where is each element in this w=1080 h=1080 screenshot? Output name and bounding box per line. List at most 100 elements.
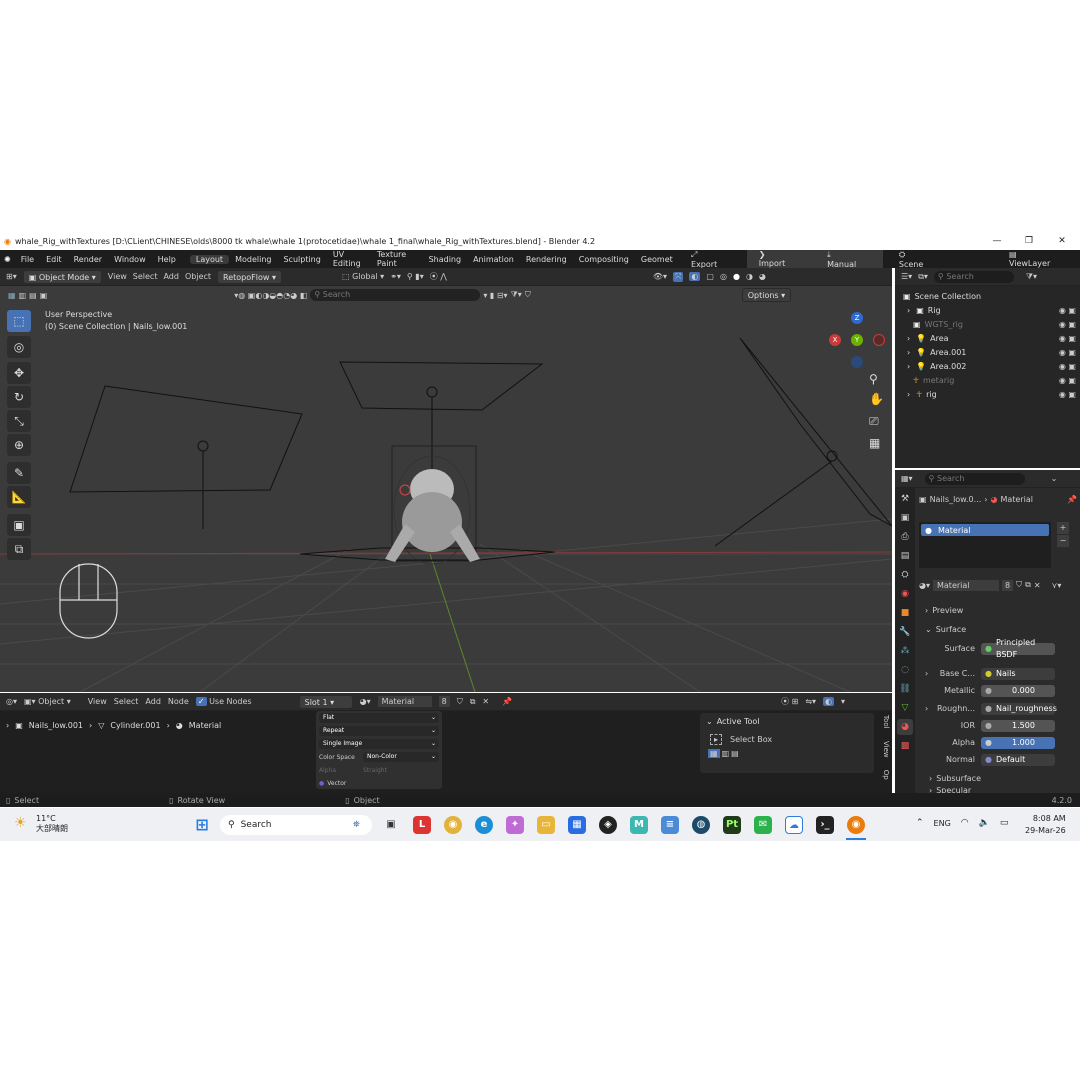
display-mode-icon[interactable]: ⧉▾: [918, 272, 928, 282]
outliner-item[interactable]: › 💡 Area.002 ◉ ▣: [903, 359, 1080, 373]
volume-icon[interactable]: 🔈: [979, 818, 990, 828]
node-pin-icon[interactable]: 📌: [502, 697, 512, 706]
cursor-tool-icon[interactable]: ◎: [7, 336, 31, 358]
tab-modeling[interactable]: Modeling: [229, 255, 277, 264]
vector-socket-icon[interactable]: ●: [319, 780, 324, 787]
ortho-grid-icon[interactable]: ▦: [869, 436, 880, 450]
weather-widget[interactable]: ☀ 11°C 大部晴朗: [14, 814, 68, 834]
visibility-eye-icon[interactable]: ◉ ▣: [1059, 334, 1076, 343]
import-button[interactable]: ❯ Import: [746, 250, 816, 268]
pan-hand-icon[interactable]: ✋: [869, 392, 884, 406]
chat-app-icon[interactable]: ☁: [785, 816, 803, 834]
modifier-tab-icon[interactable]: 🔧: [897, 624, 913, 640]
terminal-icon[interactable]: ›_: [816, 816, 834, 834]
blender-taskbar-icon[interactable]: ◉: [847, 816, 865, 834]
gizmo-x-icon[interactable]: X: [829, 334, 841, 346]
filter-icon[interactable]: ⧩▾: [1026, 272, 1037, 282]
visibility-eye-icon[interactable]: ◉ ▣: [1059, 306, 1076, 315]
taskbar-search-box[interactable]: ⚲ Search ⛯: [220, 815, 372, 835]
app-l-icon[interactable]: L: [413, 816, 431, 834]
transform-tool-icon[interactable]: ⊕: [7, 434, 31, 456]
tab-shading[interactable]: Shading: [423, 255, 468, 264]
fake-user-icon[interactable]: ⛉: [1016, 580, 1022, 590]
tab-animation[interactable]: Animation: [467, 255, 520, 264]
shader-type-selector[interactable]: ▣▾ Object ▾: [24, 697, 71, 706]
scene-tab-icon[interactable]: ⛭: [897, 567, 913, 583]
chrome-icon[interactable]: ◉: [444, 816, 462, 834]
visibility-eye-icon[interactable]: ◉ ▣: [1059, 376, 1076, 385]
select-box-tool-icon[interactable]: ⬚: [7, 310, 31, 332]
editor-type-icon[interactable]: ⊞▾: [6, 272, 17, 281]
viewport-menu-add[interactable]: Add: [163, 272, 179, 281]
visibility-eye-icon[interactable]: ◉ ▣: [1059, 348, 1076, 357]
chevron-down-icon[interactable]: ⌄: [706, 717, 713, 726]
filter-bar-icons[interactable]: ▾◍ ▣◐◑◒◓◔◕ ◧: [234, 291, 307, 300]
outliner-item[interactable]: › 💡 Area.001 ◉ ▣: [903, 345, 1080, 359]
windows-start-icon[interactable]: ⊞: [193, 816, 211, 834]
snap-icon[interactable]: ⦿ ⊞: [781, 696, 798, 707]
properties-editor-icon[interactable]: ▦▾: [901, 474, 913, 483]
overlay-toggle-icon[interactable]: ◐: [689, 272, 701, 281]
annotate-tool-icon[interactable]: ✎: [7, 462, 31, 484]
shading-rendered-icon[interactable]: ◕: [759, 272, 766, 281]
select-mode-new-icon[interactable]: ▦: [8, 291, 16, 300]
orientation-selector[interactable]: ⬚ Global ▾: [342, 272, 384, 281]
extension-dropdown[interactable]: Repeat ⌄: [319, 726, 439, 736]
gizmo-y-icon[interactable]: Y: [851, 334, 863, 346]
camera-view-icon[interactable]: ⎚: [869, 414, 879, 429]
blender-menu-icon[interactable]: ✺: [0, 255, 15, 264]
shading-wireframe-icon[interactable]: ◎: [720, 272, 727, 281]
material-tab-icon[interactable]: ◕: [897, 719, 913, 735]
options-button[interactable]: Options ▾: [741, 288, 792, 302]
menu-edit[interactable]: Edit: [40, 255, 68, 264]
alpha-mode-dropdown[interactable]: Straight: [363, 767, 439, 774]
outliner-editor-icon[interactable]: ☰▾: [901, 272, 912, 281]
side-tab-view[interactable]: View: [882, 741, 890, 758]
task-view-icon[interactable]: ▣: [382, 816, 400, 834]
outliner-search-input[interactable]: ⚲ Search: [933, 270, 1014, 283]
menu-help[interactable]: Help: [152, 255, 182, 264]
image-texture-node[interactable]: Flat ⌄ Repeat ⌄ Single Image ⌄ Color Space N…: [316, 711, 442, 789]
visibility-icon[interactable]: 👁▾: [653, 272, 667, 281]
chevron-right-icon[interactable]: ›: [907, 362, 910, 371]
normal-field[interactable]: ● Default: [981, 754, 1055, 766]
viewport-menu-view[interactable]: View: [108, 272, 127, 281]
clock[interactable]: 8:08 AM 29-Mar-26: [1025, 813, 1066, 837]
unity-icon[interactable]: ◈: [599, 816, 617, 834]
properties-search-input[interactable]: ⚲ Search: [924, 472, 1025, 485]
use-nodes-checkbox[interactable]: ✓ Use Nodes: [195, 697, 252, 706]
node-menu-select[interactable]: Select: [114, 697, 139, 706]
visibility-eye-icon[interactable]: ◉ ▣: [1059, 390, 1076, 399]
side-tab-tool[interactable]: Tool: [882, 715, 890, 729]
output-tab-icon[interactable]: ⎙: [897, 529, 913, 545]
viewport-search-input[interactable]: ⚲ Search: [310, 289, 481, 301]
tab-compositing[interactable]: Compositing: [573, 255, 635, 264]
physics-tab-icon[interactable]: ◌: [897, 662, 913, 678]
snap-icon[interactable]: ⚲ ▮▾: [407, 272, 424, 281]
chevron-right-icon[interactable]: ›: [907, 306, 910, 315]
add-object-tool-icon[interactable]: ⧉: [7, 538, 31, 560]
export-button[interactable]: ⤢ Export: [679, 250, 747, 269]
tab-geometry-nodes[interactable]: Geometry N: [635, 255, 673, 264]
texture-tab-icon[interactable]: ▩: [897, 738, 913, 754]
outliner-item[interactable]: › 💡 Area ◉ ▣: [903, 331, 1080, 345]
chevron-down-icon[interactable]: ▾: [841, 697, 845, 706]
remove-slot-button[interactable]: −: [1057, 535, 1069, 547]
material-slot-item[interactable]: ● Material: [921, 524, 1049, 536]
tab-rendering[interactable]: Rendering: [520, 255, 573, 264]
node-toggle-icon[interactable]: ◐: [823, 697, 835, 706]
add-slot-button[interactable]: +: [1057, 522, 1069, 534]
constraints-tab-icon[interactable]: ⛓: [897, 681, 913, 697]
gizmo-toggle-icon[interactable]: ⤧: [673, 271, 684, 282]
unlink-icon[interactable]: ✕: [1034, 581, 1041, 590]
object-tab-icon[interactable]: ■: [897, 605, 913, 621]
close-button[interactable]: ✕: [1047, 234, 1077, 249]
gizmo-neg-x-icon[interactable]: [873, 334, 885, 346]
move-tool-icon[interactable]: ✥: [7, 362, 31, 384]
node-material-browse-icon[interactable]: ◕▾: [360, 697, 371, 706]
select-mode-subtract-icon[interactable]: ▤: [29, 291, 37, 300]
surface-shader-field[interactable]: ● Principled BSDF: [981, 638, 1055, 659]
visibility-eye-icon[interactable]: ◉ ▣: [1059, 320, 1076, 329]
filter-icon[interactable]: ⧩▾: [511, 290, 522, 300]
view-layer-tab-icon[interactable]: ▤: [897, 548, 913, 564]
